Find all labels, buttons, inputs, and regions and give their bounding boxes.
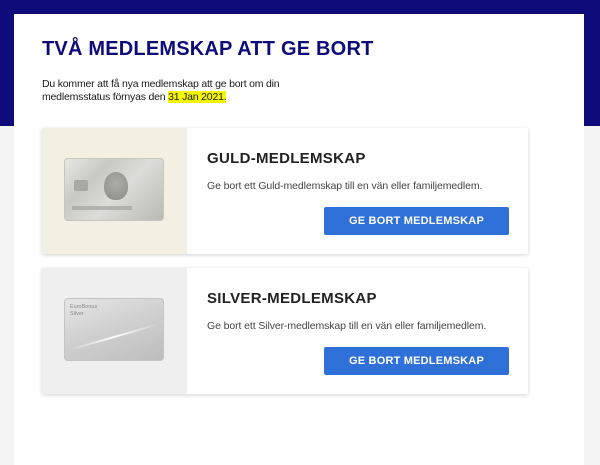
card-stripe bbox=[72, 206, 132, 210]
gold-card-image bbox=[64, 158, 164, 221]
gold-card-title: GULD-MEDLEMSKAP bbox=[207, 150, 366, 167]
card-brand-text: EuroBonus Silver bbox=[70, 304, 97, 317]
gold-membership-card: GULD-MEDLEMSKAP Ge bort ett Guld-medlems… bbox=[42, 128, 528, 254]
card-emblem-icon bbox=[104, 172, 128, 200]
card-swoosh bbox=[69, 323, 159, 351]
silver-card-title: SILVER-MEDLEMSKAP bbox=[207, 290, 377, 307]
gold-card-image-area bbox=[42, 128, 187, 254]
renewal-date: 31 Jan 2021. bbox=[168, 90, 227, 103]
silver-card-image: EuroBonus Silver bbox=[64, 298, 164, 361]
intro-body: Du kommer att få nya medlemskap att ge b… bbox=[42, 78, 280, 103]
page-title: TVÅ MEDLEMSKAP ATT GE BORT bbox=[42, 38, 374, 60]
card-brand-line-2: Silver bbox=[70, 310, 84, 317]
give-gold-membership-button[interactable]: GE BORT MEDLEMSKAP bbox=[324, 207, 509, 235]
card-brand-line-1: EuroBonus bbox=[70, 304, 98, 310]
intro-text: Du kommer att få nya medlemskap att ge b… bbox=[42, 78, 332, 103]
gold-card-description: Ge bort ett Guld-medlemskap till en vän … bbox=[207, 180, 483, 192]
silver-card-image-area: EuroBonus Silver bbox=[42, 268, 187, 394]
silver-membership-card: EuroBonus Silver SILVER-MEDLEMSKAP Ge bo… bbox=[42, 268, 528, 394]
give-silver-membership-button[interactable]: GE BORT MEDLEMSKAP bbox=[324, 347, 509, 375]
card-chip-icon bbox=[74, 180, 88, 191]
silver-card-description: Ge bort ett Silver-medlemskap till en vä… bbox=[207, 320, 487, 332]
